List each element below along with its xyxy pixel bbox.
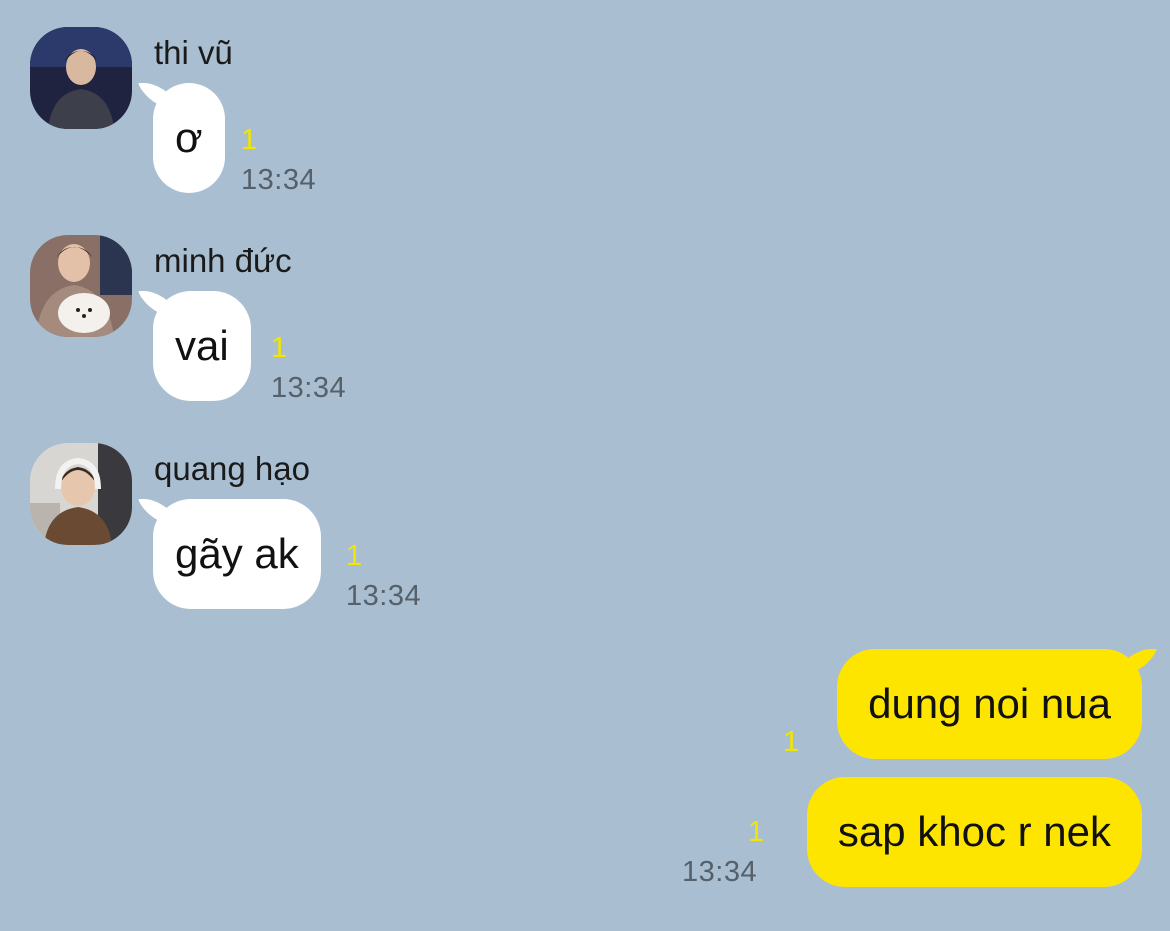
unread-count: 1 bbox=[271, 332, 288, 364]
message-time: 13:34 bbox=[346, 580, 422, 612]
user-avatar-photo-with-dog-icon bbox=[30, 235, 132, 337]
message-bubble[interactable]: vai bbox=[153, 291, 251, 401]
unread-count: 1 bbox=[783, 726, 800, 758]
my-message-bubble[interactable]: sap khoc r nek bbox=[806, 777, 1142, 887]
message-time: 13:34 bbox=[682, 856, 758, 888]
message-time: 13:34 bbox=[271, 372, 347, 404]
message-time: 13:34 bbox=[241, 164, 317, 196]
sender-name: quang hạo bbox=[154, 450, 310, 487]
unread-count: 1 bbox=[241, 124, 258, 156]
user-avatar-photo-icon bbox=[30, 27, 132, 129]
avatar-quang-hao[interactable] bbox=[30, 443, 132, 545]
message-bubble[interactable]: gãy ak bbox=[153, 499, 321, 609]
avatar-thi-vu[interactable] bbox=[30, 27, 132, 129]
sender-name: thi vũ bbox=[154, 34, 233, 71]
sender-name: minh đức bbox=[154, 242, 292, 279]
avatar-minh-duc[interactable] bbox=[30, 235, 132, 337]
unread-count: 1 bbox=[346, 540, 363, 572]
message-bubble[interactable]: ơ bbox=[153, 83, 225, 193]
my-message-bubble[interactable]: dung noi nua bbox=[837, 649, 1142, 759]
user-avatar-photo-headphones-icon bbox=[30, 443, 132, 545]
unread-count: 1 bbox=[748, 816, 765, 848]
